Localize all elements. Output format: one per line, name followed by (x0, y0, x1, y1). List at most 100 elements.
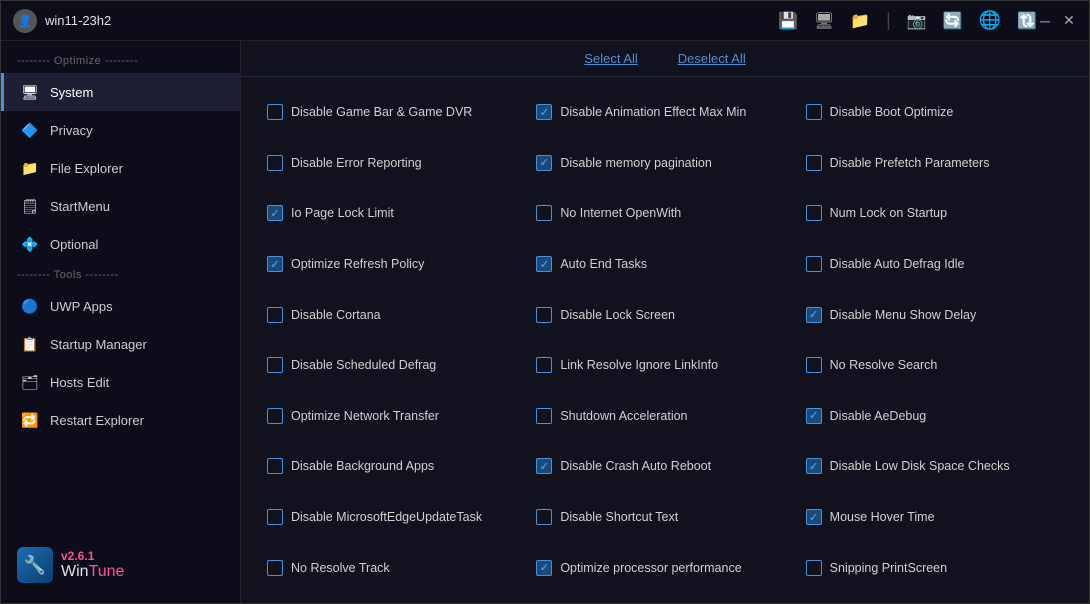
save-icon[interactable]: 💾 (778, 11, 798, 31)
checkbox-item[interactable]: ✓Disable AeDebug (800, 391, 1069, 442)
checkbox-item[interactable]: Num Lock on Startup (800, 188, 1069, 239)
checkbox-box[interactable] (267, 104, 283, 120)
checkbox-item[interactable]: Link Resolve Ignore LinkInfo (530, 340, 799, 391)
checkbox-item[interactable]: Optimize Network Transfer (261, 391, 530, 442)
sidebar-item-startup-manager[interactable]: 📋 Startup Manager (1, 325, 240, 363)
sidebar: -------- Optimize -------- 🖥 System 🔷 Pr… (1, 41, 241, 603)
sidebar-item-file-explorer[interactable]: 📁 File Explorer (1, 149, 240, 187)
checkbox-item[interactable]: Disable Game Bar & Game DVR (261, 87, 530, 138)
checkbox-item[interactable]: Disable Lock Screen (530, 289, 799, 340)
checkbox-item[interactable]: ✓ Disable Crash Auto Reboot (530, 441, 799, 492)
restart-icon: 🔁 (20, 410, 40, 430)
checkbox-item[interactable]: Disable MicrosoftEdgeUpdateTask (261, 492, 530, 543)
checkbox-item[interactable]: ✓Optimize processor performance (530, 542, 799, 593)
checkbox-label: Disable memory pagination (560, 156, 711, 170)
checkbox-box[interactable]: ✓ (536, 560, 552, 576)
refresh-icon[interactable]: 🔃 (1017, 11, 1037, 31)
checkbox-box[interactable]: ✓ (536, 458, 552, 474)
check-mark: ✓ (270, 258, 279, 271)
checkbox-item[interactable]: Disable Scheduled Defrag (261, 340, 530, 391)
checkboxes-grid: Disable Game Bar & Game DVR✓Disable Anim… (241, 77, 1089, 603)
checkbox-label: Io Page Lock Limit (291, 206, 394, 220)
checkbox-item[interactable]: ✓Optimize Refresh Policy (261, 239, 530, 290)
checkbox-box[interactable]: ✓ (536, 104, 552, 120)
sidebar-item-privacy[interactable]: 🔷 Privacy (1, 111, 240, 149)
checkbox-box[interactable] (267, 408, 283, 424)
checkbox-box[interactable] (536, 509, 552, 525)
checkbox-item[interactable]: Disable Prefetch Parameters (800, 138, 1069, 189)
checkbox-box[interactable] (267, 357, 283, 373)
checkbox-item[interactable]: ✓Auto End Tasks (530, 239, 799, 290)
close-button[interactable]: ✕ (1061, 13, 1077, 29)
display-icon[interactable]: 🖥 (814, 11, 834, 31)
checkbox-item[interactable]: Disable Error Reporting (261, 138, 530, 189)
checkbox-item[interactable]: ✓Disable Low Disk Space Checks (800, 441, 1069, 492)
globe-icon[interactable]: 🌐 (979, 10, 1001, 31)
checkbox-item[interactable]: ✓Mouse Hover Time (800, 492, 1069, 543)
checkbox-item[interactable]: Snipping PrintScreen (800, 542, 1069, 593)
sidebar-item-uwp-apps[interactable]: 🔵 UWP Apps (1, 287, 240, 325)
startmenu-icon: 🗒 (20, 196, 40, 216)
check-mark: ✓ (540, 156, 549, 169)
checkbox-item[interactable]: Disable Background Apps (261, 441, 530, 492)
checkbox-label: Disable Menu Show Delay (830, 308, 977, 322)
checkbox-label: Disable Scheduled Defrag (291, 358, 436, 372)
sidebar-item-startmenu[interactable]: 🗒 StartMenu (1, 187, 240, 225)
checkbox-box[interactable] (267, 509, 283, 525)
checkbox-box[interactable]: ✓ (267, 205, 283, 221)
checkbox-box[interactable] (806, 155, 822, 171)
checkbox-item[interactable]: ✓ Disable memory pagination (530, 138, 799, 189)
checkbox-label: Disable Auto Defrag Idle (830, 257, 965, 271)
checkbox-box[interactable]: ✓ (806, 408, 822, 424)
checkbox-box[interactable]: ✓ (806, 509, 822, 525)
checkbox-box[interactable] (536, 408, 552, 424)
checkbox-box[interactable] (806, 104, 822, 120)
sidebar-label-system: System (50, 85, 93, 100)
checkbox-box[interactable]: ✓ (267, 256, 283, 272)
checkbox-box[interactable] (536, 357, 552, 373)
sidebar-item-optional[interactable]: 💠 Optional (1, 225, 240, 263)
checkbox-box[interactable] (536, 307, 552, 323)
checkbox-box[interactable]: ✓ (806, 307, 822, 323)
folder-icon[interactable]: 📁 (850, 11, 870, 31)
checkbox-box[interactable] (536, 205, 552, 221)
sidebar-label-uwp-apps: UWP Apps (50, 299, 113, 314)
checkbox-item[interactable]: Disable Boot Optimize (800, 87, 1069, 138)
app-window: 👤 win11-23h2 💾 🖥 📁 | 📷 🔄 🌐 🔃 ─ ✕ -------… (0, 0, 1090, 604)
minimize-button[interactable]: ─ (1037, 13, 1053, 29)
sidebar-item-restart-explorer[interactable]: 🔁 Restart Explorer (1, 401, 240, 439)
checkbox-box[interactable] (806, 205, 822, 221)
check-mark: ✓ (809, 460, 818, 473)
checkbox-box[interactable] (806, 256, 822, 272)
checkbox-item[interactable]: ✓Disable Animation Effect Max Min (530, 87, 799, 138)
checkbox-box[interactable] (267, 155, 283, 171)
camera-icon[interactable]: 📷 (907, 11, 927, 31)
check-mark: ✓ (540, 460, 549, 473)
deselect-all-button[interactable]: Deselect All (678, 51, 746, 66)
check-mark: ✓ (809, 511, 818, 524)
checkbox-box[interactable]: ✓ (536, 155, 552, 171)
select-all-button[interactable]: Select All (584, 51, 637, 66)
history-icon[interactable]: 🔄 (943, 11, 963, 31)
checkbox-box[interactable] (806, 560, 822, 576)
checkbox-item[interactable]: ✓ Io Page Lock Limit (261, 188, 530, 239)
checkbox-box[interactable] (267, 458, 283, 474)
optimize-section-label: -------- Optimize -------- (1, 49, 240, 73)
sidebar-item-hosts-edit[interactable]: 🗂 Hosts Edit (1, 363, 240, 401)
checkbox-box[interactable] (806, 357, 822, 373)
checkbox-item[interactable]: Disable Auto Defrag Idle (800, 239, 1069, 290)
checkbox-item[interactable]: Shutdown Acceleration (530, 391, 799, 442)
checkbox-item[interactable]: ✓ Disable Menu Show Delay (800, 289, 1069, 340)
checkbox-box[interactable] (267, 560, 283, 576)
sidebar-item-system[interactable]: 🖥 System (1, 73, 240, 111)
checkbox-item[interactable]: No Resolve Track (261, 542, 530, 593)
checkbox-item[interactable]: Disable Cortana (261, 289, 530, 340)
checkbox-item[interactable]: Disable Shortcut Text (530, 492, 799, 543)
title-bar-left: 👤 win11-23h2 (13, 9, 778, 33)
checkbox-box[interactable] (267, 307, 283, 323)
checkbox-box[interactable]: ✓ (536, 256, 552, 272)
checkbox-item[interactable]: No Resolve Search (800, 340, 1069, 391)
checkbox-label: Disable Crash Auto Reboot (560, 459, 711, 473)
checkbox-box[interactable]: ✓ (806, 458, 822, 474)
checkbox-item[interactable]: No Internet OpenWith (530, 188, 799, 239)
